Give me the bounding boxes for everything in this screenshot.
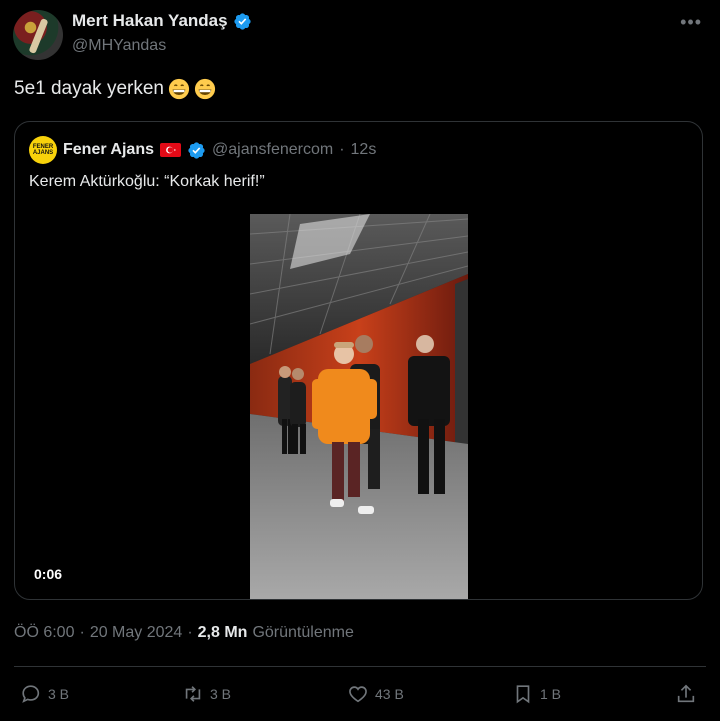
quoted-handle[interactable]: @ajansfenercom (212, 141, 333, 159)
grinning-emoji-icon (194, 78, 216, 100)
verified-badge-icon (233, 12, 251, 30)
repost-count: 3 B (210, 686, 232, 702)
share-button[interactable] (675, 680, 697, 708)
like-button[interactable]: 43 B (347, 680, 404, 708)
quoted-display-name[interactable]: Fener Ajans (63, 141, 154, 159)
like-count: 43 B (375, 686, 404, 702)
tweet-time[interactable]: ÖÖ 6:00 (14, 624, 74, 642)
more-options-icon[interactable]: ••• (680, 12, 702, 33)
quoted-time[interactable]: 12s (351, 141, 377, 159)
author-handle[interactable]: @MHYandas (72, 37, 166, 55)
bookmark-count: 1 B (540, 686, 562, 702)
share-icon (677, 684, 695, 703)
quoted-avatar-text: FENER AJANS (32, 144, 54, 156)
grinning-emoji-icon (168, 78, 190, 100)
reply-count: 3 B (48, 686, 70, 702)
tweet-date[interactable]: 20 May 2024 (90, 624, 183, 642)
meta-dot: · (187, 624, 193, 641)
verified-badge-icon (188, 141, 205, 159)
action-bar: 3 B 3 B 43 B 1 B (0, 680, 720, 710)
bookmark-button[interactable]: 1 B (512, 680, 561, 708)
video-thumbnail (250, 214, 468, 599)
heart-icon (349, 686, 367, 703)
bookmark-icon (516, 685, 530, 704)
author-avatar[interactable] (13, 10, 63, 60)
tweet-text: 5e1 dayak yerken (14, 78, 216, 100)
views-label: Görüntülenme (252, 624, 354, 641)
repost-button[interactable]: 3 B (182, 680, 231, 708)
divider (14, 666, 706, 667)
reply-button[interactable]: 3 B (20, 680, 69, 708)
separator-dot: · (339, 141, 345, 158)
video-duration: 0:06 (34, 566, 63, 582)
views-count[interactable]: 2,8 Mn (198, 624, 248, 642)
video-player[interactable] (250, 214, 468, 599)
tweet-meta: ÖÖ 6:00 · 20 May 2024 · 2,8 Mn Görüntüle… (14, 624, 354, 642)
author-display-name[interactable]: Mert Hakan Yandaş (72, 11, 228, 31)
quoted-text: Kerem Aktürkoğlu: “Korkak herif!” (29, 173, 265, 190)
repost-icon (185, 686, 201, 702)
turkey-flag-icon (160, 143, 181, 157)
meta-dot: · (79, 624, 85, 641)
quoted-tweet[interactable]: FENER AJANS Fener Ajans @ajansfenercom ·… (14, 121, 703, 600)
quoted-avatar[interactable]: FENER AJANS (29, 136, 57, 164)
reply-icon (22, 685, 40, 703)
tweet-text-content: 5e1 dayak yerken (14, 78, 164, 99)
